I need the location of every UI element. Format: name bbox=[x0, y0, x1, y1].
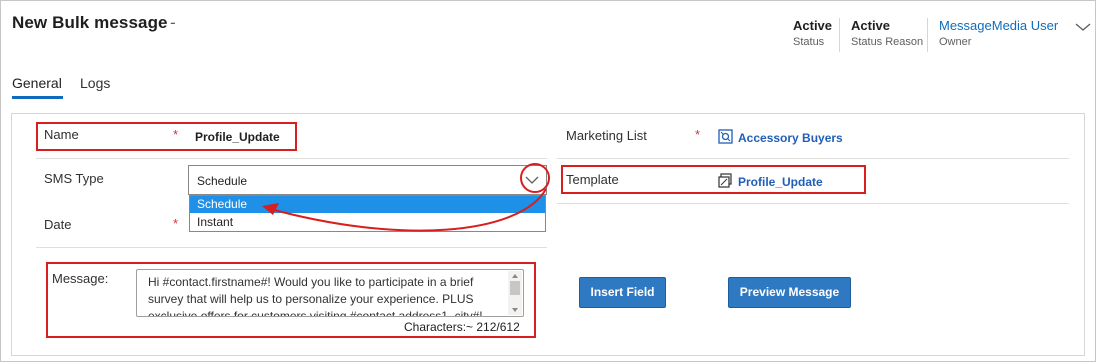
annotation-overlay bbox=[262, 163, 550, 232]
annotation-arrow bbox=[266, 188, 547, 232]
annotation-arrowhead bbox=[262, 203, 279, 215]
dropdown-highlight-circle bbox=[520, 163, 550, 193]
